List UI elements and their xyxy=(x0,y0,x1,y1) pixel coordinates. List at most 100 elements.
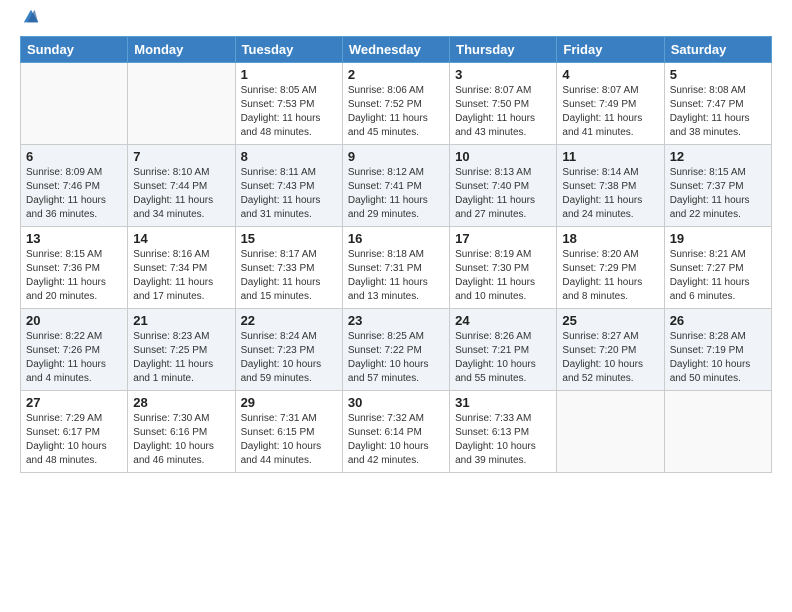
calendar-day-cell: 5 Sunrise: 8:08 AM Sunset: 7:47 PM Daylig… xyxy=(664,63,771,145)
day-info: Sunrise: 8:07 AM Sunset: 7:50 PM Dayligh… xyxy=(455,84,551,140)
day-info: Sunrise: 8:15 AM Sunset: 7:37 PM Dayligh… xyxy=(670,166,766,222)
day-number: 19 xyxy=(670,231,766,246)
page: SundayMondayTuesdayWednesdayThursdayFrid… xyxy=(0,0,792,483)
day-info: Sunrise: 8:28 AM Sunset: 7:19 PM Dayligh… xyxy=(670,330,766,386)
calendar-day-cell: 23Sunrise: 8:25 AM Sunset: 7:22 PM Dayli… xyxy=(342,309,449,391)
day-number: 13 xyxy=(26,231,122,246)
calendar-day-cell: 18 Sunrise: 8:20 AM Sunset: 7:29 PM Dayli… xyxy=(557,227,664,309)
day-number: 17 xyxy=(455,231,551,246)
day-info: Sunrise: 8:22 AM Sunset: 7:26 PM Dayligh… xyxy=(26,330,122,386)
day-info: Sunrise: 8:14 AM Sunset: 7:38 PM Dayligh… xyxy=(562,166,658,222)
calendar-day-cell xyxy=(557,391,664,473)
day-number: 31 xyxy=(455,395,551,410)
logo-icon xyxy=(22,8,40,26)
day-number: 28 xyxy=(133,395,229,410)
day-number: 8 xyxy=(241,149,337,164)
calendar-day-cell: 10 Sunrise: 8:13 AM Sunset: 7:40 PM Dayli… xyxy=(450,145,557,227)
day-info: Sunrise: 8:06 AM Sunset: 7:52 PM Dayligh… xyxy=(348,84,444,140)
day-info: Sunrise: 8:15 AM Sunset: 7:36 PM Dayligh… xyxy=(26,248,122,304)
calendar-day-header: Sunday xyxy=(21,37,128,63)
calendar-day-cell: 11 Sunrise: 8:14 AM Sunset: 7:38 PM Dayli… xyxy=(557,145,664,227)
day-info: Sunrise: 8:19 AM Sunset: 7:30 PM Dayligh… xyxy=(455,248,551,304)
calendar-day-cell: 27 Sunrise: 7:29 AM Sunset: 6:17 PM Dayli… xyxy=(21,391,128,473)
day-number: 1 xyxy=(241,67,337,82)
calendar-day-header: Thursday xyxy=(450,37,557,63)
calendar-week-row: 27 Sunrise: 7:29 AM Sunset: 6:17 PM Dayli… xyxy=(21,391,772,473)
day-info: Sunrise: 8:25 AM Sunset: 7:22 PM Dayligh… xyxy=(348,330,444,386)
day-info: Sunrise: 7:33 AM Sunset: 6:13 PM Dayligh… xyxy=(455,412,551,468)
calendar-day-cell: 17 Sunrise: 8:19 AM Sunset: 7:30 PM Dayli… xyxy=(450,227,557,309)
calendar-day-cell: 4Sunrise: 8:07 AM Sunset: 7:49 PM Daylig… xyxy=(557,63,664,145)
calendar-day-cell: 24 Sunrise: 8:26 AM Sunset: 7:21 PM Dayli… xyxy=(450,309,557,391)
calendar-day-header: Saturday xyxy=(664,37,771,63)
day-number: 10 xyxy=(455,149,551,164)
day-number: 11 xyxy=(562,149,658,164)
day-info: Sunrise: 8:21 AM Sunset: 7:27 PM Dayligh… xyxy=(670,248,766,304)
day-info: Sunrise: 8:13 AM Sunset: 7:40 PM Dayligh… xyxy=(455,166,551,222)
day-number: 22 xyxy=(241,313,337,328)
day-info: Sunrise: 8:17 AM Sunset: 7:33 PM Dayligh… xyxy=(241,248,337,304)
day-number: 6 xyxy=(26,149,122,164)
day-info: Sunrise: 7:32 AM Sunset: 6:14 PM Dayligh… xyxy=(348,412,444,468)
calendar-header-row: SundayMondayTuesdayWednesdayThursdayFrid… xyxy=(21,37,772,63)
calendar-day-cell: 28Sunrise: 7:30 AM Sunset: 6:16 PM Dayli… xyxy=(128,391,235,473)
header xyxy=(20,18,772,26)
day-number: 7 xyxy=(133,149,229,164)
calendar-day-cell: 26 Sunrise: 8:28 AM Sunset: 7:19 PM Dayli… xyxy=(664,309,771,391)
calendar-day-cell: 16 Sunrise: 8:18 AM Sunset: 7:31 PM Dayli… xyxy=(342,227,449,309)
day-info: Sunrise: 8:07 AM Sunset: 7:49 PM Dayligh… xyxy=(562,84,658,140)
day-number: 25 xyxy=(562,313,658,328)
day-info: Sunrise: 7:29 AM Sunset: 6:17 PM Dayligh… xyxy=(26,412,122,468)
day-number: 5 xyxy=(670,67,766,82)
calendar-day-header: Tuesday xyxy=(235,37,342,63)
day-number: 3 xyxy=(455,67,551,82)
calendar-day-cell: 14 Sunrise: 8:16 AM Sunset: 7:34 PM Dayli… xyxy=(128,227,235,309)
calendar-day-cell: 29 Sunrise: 7:31 AM Sunset: 6:15 PM Dayli… xyxy=(235,391,342,473)
day-info: Sunrise: 8:12 AM Sunset: 7:41 PM Dayligh… xyxy=(348,166,444,222)
day-number: 14 xyxy=(133,231,229,246)
calendar-day-header: Friday xyxy=(557,37,664,63)
day-number: 24 xyxy=(455,313,551,328)
day-number: 30 xyxy=(348,395,444,410)
calendar-day-cell: 9 Sunrise: 8:12 AM Sunset: 7:41 PM Daylig… xyxy=(342,145,449,227)
day-number: 9 xyxy=(348,149,444,164)
calendar-day-cell: 19 Sunrise: 8:21 AM Sunset: 7:27 PM Dayli… xyxy=(664,227,771,309)
calendar: SundayMondayTuesdayWednesdayThursdayFrid… xyxy=(20,36,772,473)
day-number: 21 xyxy=(133,313,229,328)
calendar-day-cell: 25 Sunrise: 8:27 AM Sunset: 7:20 PM Dayli… xyxy=(557,309,664,391)
day-number: 16 xyxy=(348,231,444,246)
calendar-day-cell: 15 Sunrise: 8:17 AM Sunset: 7:33 PM Dayli… xyxy=(235,227,342,309)
calendar-day-cell: 30 Sunrise: 7:32 AM Sunset: 6:14 PM Dayli… xyxy=(342,391,449,473)
calendar-day-header: Monday xyxy=(128,37,235,63)
day-info: Sunrise: 8:16 AM Sunset: 7:34 PM Dayligh… xyxy=(133,248,229,304)
calendar-day-cell xyxy=(128,63,235,145)
day-info: Sunrise: 8:27 AM Sunset: 7:20 PM Dayligh… xyxy=(562,330,658,386)
calendar-day-cell: 1Sunrise: 8:05 AM Sunset: 7:53 PM Daylig… xyxy=(235,63,342,145)
day-number: 15 xyxy=(241,231,337,246)
logo xyxy=(20,18,40,26)
calendar-day-cell xyxy=(21,63,128,145)
day-number: 27 xyxy=(26,395,122,410)
calendar-day-cell: 13 Sunrise: 8:15 AM Sunset: 7:36 PM Dayli… xyxy=(21,227,128,309)
day-info: Sunrise: 8:20 AM Sunset: 7:29 PM Dayligh… xyxy=(562,248,658,304)
day-info: Sunrise: 8:18 AM Sunset: 7:31 PM Dayligh… xyxy=(348,248,444,304)
calendar-day-cell: 22 Sunrise: 8:24 AM Sunset: 7:23 PM Dayli… xyxy=(235,309,342,391)
calendar-day-cell: 8Sunrise: 8:11 AM Sunset: 7:43 PM Daylig… xyxy=(235,145,342,227)
day-number: 20 xyxy=(26,313,122,328)
day-number: 12 xyxy=(670,149,766,164)
calendar-day-cell: 12 Sunrise: 8:15 AM Sunset: 7:37 PM Dayli… xyxy=(664,145,771,227)
day-number: 2 xyxy=(348,67,444,82)
day-number: 18 xyxy=(562,231,658,246)
day-info: Sunrise: 8:23 AM Sunset: 7:25 PM Dayligh… xyxy=(133,330,229,386)
calendar-day-cell: 6 Sunrise: 8:09 AM Sunset: 7:46 PM Daylig… xyxy=(21,145,128,227)
day-info: Sunrise: 8:24 AM Sunset: 7:23 PM Dayligh… xyxy=(241,330,337,386)
day-info: Sunrise: 7:31 AM Sunset: 6:15 PM Dayligh… xyxy=(241,412,337,468)
calendar-day-cell: 7Sunrise: 8:10 AM Sunset: 7:44 PM Daylig… xyxy=(128,145,235,227)
day-info: Sunrise: 8:09 AM Sunset: 7:46 PM Dayligh… xyxy=(26,166,122,222)
calendar-day-header: Wednesday xyxy=(342,37,449,63)
day-info: Sunrise: 8:08 AM Sunset: 7:47 PM Dayligh… xyxy=(670,84,766,140)
day-number: 29 xyxy=(241,395,337,410)
calendar-day-cell: 3 Sunrise: 8:07 AM Sunset: 7:50 PM Daylig… xyxy=(450,63,557,145)
day-info: Sunrise: 8:26 AM Sunset: 7:21 PM Dayligh… xyxy=(455,330,551,386)
day-number: 26 xyxy=(670,313,766,328)
